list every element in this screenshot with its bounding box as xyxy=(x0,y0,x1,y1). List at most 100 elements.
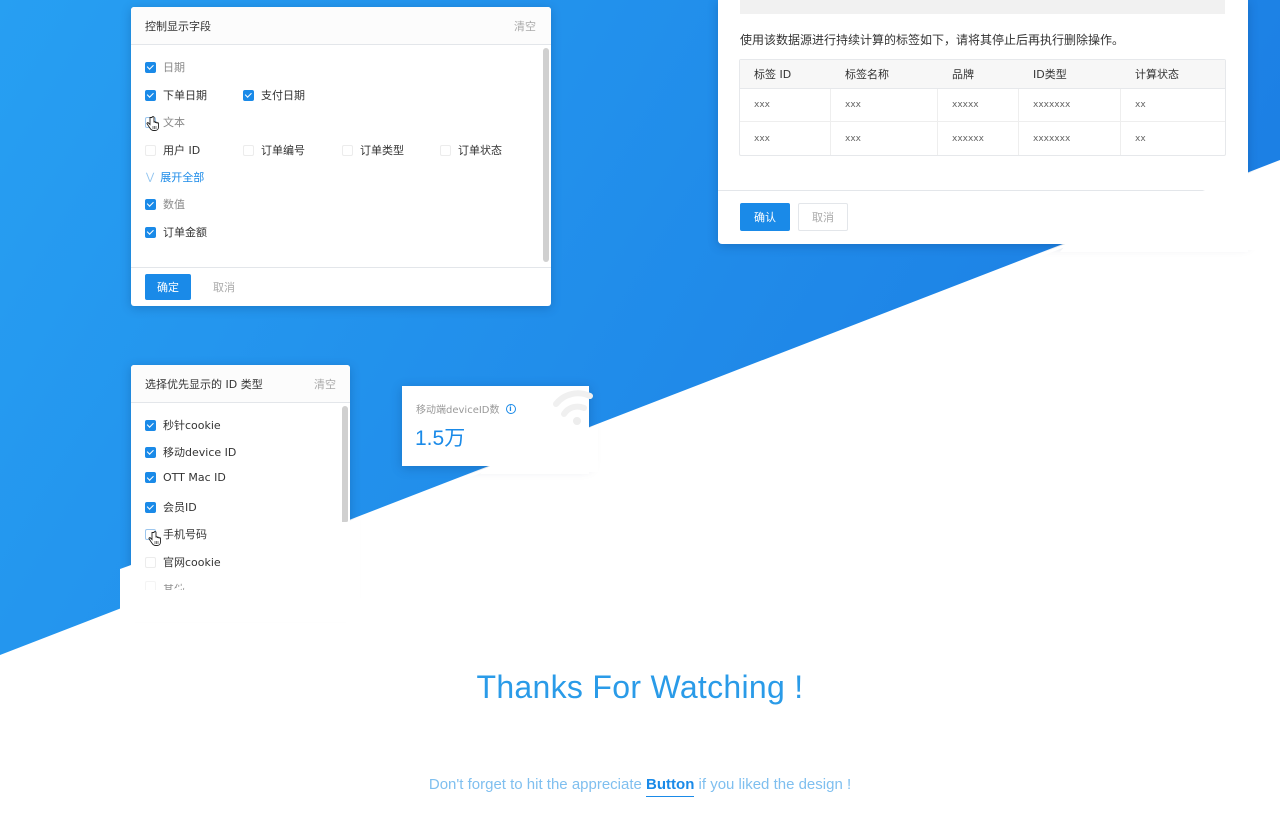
cancel-button[interactable]: 取消 xyxy=(213,279,235,295)
id-option[interactable]: 官网cookie xyxy=(145,554,221,570)
id-option[interactable]: 秒针cookie xyxy=(145,417,221,433)
dialog-message: 使用该数据源进行持续计算的标签如下，请将其停止后再执行删除操作。 xyxy=(740,33,1125,47)
checkbox[interactable] xyxy=(145,501,156,513)
group-date[interactable]: 日期 xyxy=(145,59,185,75)
table-cell: xxxxxxx xyxy=(1019,122,1121,155)
confirm-button[interactable]: 确定 xyxy=(145,274,191,300)
table-row: xxx xxx xxxxx xxxxxxx xx xyxy=(740,89,1225,122)
hand-cursor-icon xyxy=(148,531,161,546)
checkbox-user-id[interactable] xyxy=(145,144,156,156)
tags-table: 标签 ID 标签名称 品牌 ID类型 计算状态 xxx xxx xxxxx xx… xyxy=(739,59,1226,156)
panel-header: 选择优先显示的 ID 类型 清空 xyxy=(131,365,350,403)
id-option[interactable]: 移动device ID xyxy=(145,444,236,460)
checkbox[interactable] xyxy=(145,581,156,590)
table-row: xxx xxx xxxxxx xxxxxxx xx xyxy=(740,122,1225,155)
dialog-footer: 确认 取消 xyxy=(740,203,848,231)
appreciate-button-link[interactable]: Button xyxy=(646,776,695,797)
id-type-panel: 选择优先显示的 ID 类型 清空 秒针cookie 移动device ID OT… xyxy=(131,365,350,610)
option-label: 秒针cookie xyxy=(163,419,221,432)
field-user-id[interactable]: 用户 ID xyxy=(145,142,200,158)
clear-button[interactable]: 清空 xyxy=(314,376,336,392)
column-header: ID类型 xyxy=(1019,60,1121,89)
checkbox-order-number[interactable] xyxy=(243,144,254,156)
clear-button[interactable]: 清空 xyxy=(514,18,536,34)
checkbox[interactable] xyxy=(145,472,156,483)
group-label: 数值 xyxy=(163,198,185,211)
content-placeholder-box xyxy=(740,0,1225,14)
info-icon[interactable]: i xyxy=(505,403,516,414)
scrollbar[interactable] xyxy=(342,406,348,522)
panel-title: 控制显示字段 xyxy=(145,19,211,33)
field-label: 用户 ID xyxy=(163,144,201,157)
checkbox-order-date[interactable] xyxy=(145,89,156,101)
thanks-heading: Thanks For Watching ! xyxy=(476,669,804,705)
table-cell: xxx xyxy=(831,89,938,122)
panel-title: 选择优先显示的 ID 类型 xyxy=(145,377,263,391)
checkbox[interactable] xyxy=(145,446,156,458)
id-option[interactable]: 会员ID xyxy=(145,499,197,515)
field-label: 订单类型 xyxy=(360,144,404,157)
panel-footer: 确定 取消 xyxy=(131,267,551,306)
field-order-type[interactable]: 订单类型 xyxy=(342,142,404,158)
group-label: 文本 xyxy=(163,116,185,129)
table-cell: xxx xyxy=(740,122,831,155)
device-id-metric-card: 移动端deviceID数 i 1.5万 xyxy=(402,386,593,466)
checkbox[interactable] xyxy=(145,419,156,431)
option-label: 手机号码 xyxy=(163,528,207,541)
group-number[interactable]: 数值 xyxy=(145,196,185,212)
table-cell: xx xyxy=(1135,133,1146,144)
checkbox-number-group[interactable] xyxy=(145,198,156,210)
id-option[interactable]: OTT Mac ID xyxy=(145,471,226,484)
option-label: 会员ID xyxy=(163,501,197,514)
delete-datasource-dialog: 使用该数据源进行持续计算的标签如下，请将其停止后再执行删除操作。 标签 ID 标… xyxy=(718,0,1248,244)
metric-label: 移动端deviceID数 i xyxy=(416,401,516,416)
checkbox[interactable] xyxy=(145,556,156,568)
metric-value: 1.5万 xyxy=(415,427,466,450)
option-label: OTT Mac ID xyxy=(163,471,226,484)
confirm-button[interactable]: 确认 xyxy=(740,203,790,231)
checkbox-order-status[interactable] xyxy=(440,144,451,156)
checkbox-order-amount[interactable] xyxy=(145,226,156,238)
scrollbar[interactable] xyxy=(543,48,549,262)
option-label: 移动device ID xyxy=(163,446,237,459)
option-label: 其他 xyxy=(163,583,185,590)
field-label: 订单金额 xyxy=(163,226,207,239)
table-cell: xxx xyxy=(740,89,831,122)
id-option[interactable]: 其他 xyxy=(145,581,185,590)
hand-cursor-icon xyxy=(146,116,159,131)
table-cell: xxx xyxy=(831,122,938,155)
metric-label-text: 移动端deviceID数 xyxy=(416,405,500,416)
appreciate-line: Don't forget to hit the appreciate Butto… xyxy=(0,776,1280,797)
field-pay-date[interactable]: 支付日期 xyxy=(243,87,305,103)
field-order-date[interactable]: 下单日期 xyxy=(145,87,207,103)
table-cell: xx xyxy=(1121,89,1225,122)
column-header: 标签名称 xyxy=(831,60,938,89)
cancel-button[interactable]: 取消 xyxy=(798,203,848,231)
field-order-number[interactable]: 订单编号 xyxy=(243,142,305,158)
field-label: 订单编号 xyxy=(261,144,305,157)
double-chevron-down-icon: ⋁ xyxy=(146,171,155,183)
table-header-row: 标签 ID 标签名称 品牌 ID类型 计算状态 xyxy=(740,60,1225,89)
expand-label: 展开全部 xyxy=(160,171,205,184)
field-label: 支付日期 xyxy=(261,89,305,102)
field-display-panel: 控制显示字段 清空 日期 下单日期 支付日期 文本 用户 ID 订单编号 订单类… xyxy=(131,7,551,306)
field-order-status[interactable]: 订单状态 xyxy=(440,142,502,158)
expand-all-link[interactable]: ⋁ 展开全部 xyxy=(146,169,204,185)
field-label: 订单状态 xyxy=(458,144,502,157)
table-cell: xxxxxx xyxy=(938,122,1019,155)
field-label: 下单日期 xyxy=(163,89,207,102)
checkbox-pay-date[interactable] xyxy=(243,89,254,101)
column-header: 计算状态 xyxy=(1121,60,1225,89)
table-cell: xxxxx xyxy=(938,89,1019,122)
panel-header: 控制显示字段 清空 xyxy=(131,7,551,45)
group-label: 日期 xyxy=(163,61,185,74)
column-header: 品牌 xyxy=(938,60,1019,89)
appreciate-text-before: Don't forget to hit the appreciate xyxy=(428,776,647,793)
checkbox-order-type[interactable] xyxy=(342,144,353,156)
field-order-amount[interactable]: 订单金额 xyxy=(145,224,207,240)
column-header: 标签 ID xyxy=(740,60,831,89)
checkbox-date-group[interactable] xyxy=(145,61,156,73)
option-label: 官网cookie xyxy=(163,556,221,569)
wifi-signal-icon xyxy=(553,390,593,425)
appreciate-text-after: if you liked the design ! xyxy=(694,776,852,793)
